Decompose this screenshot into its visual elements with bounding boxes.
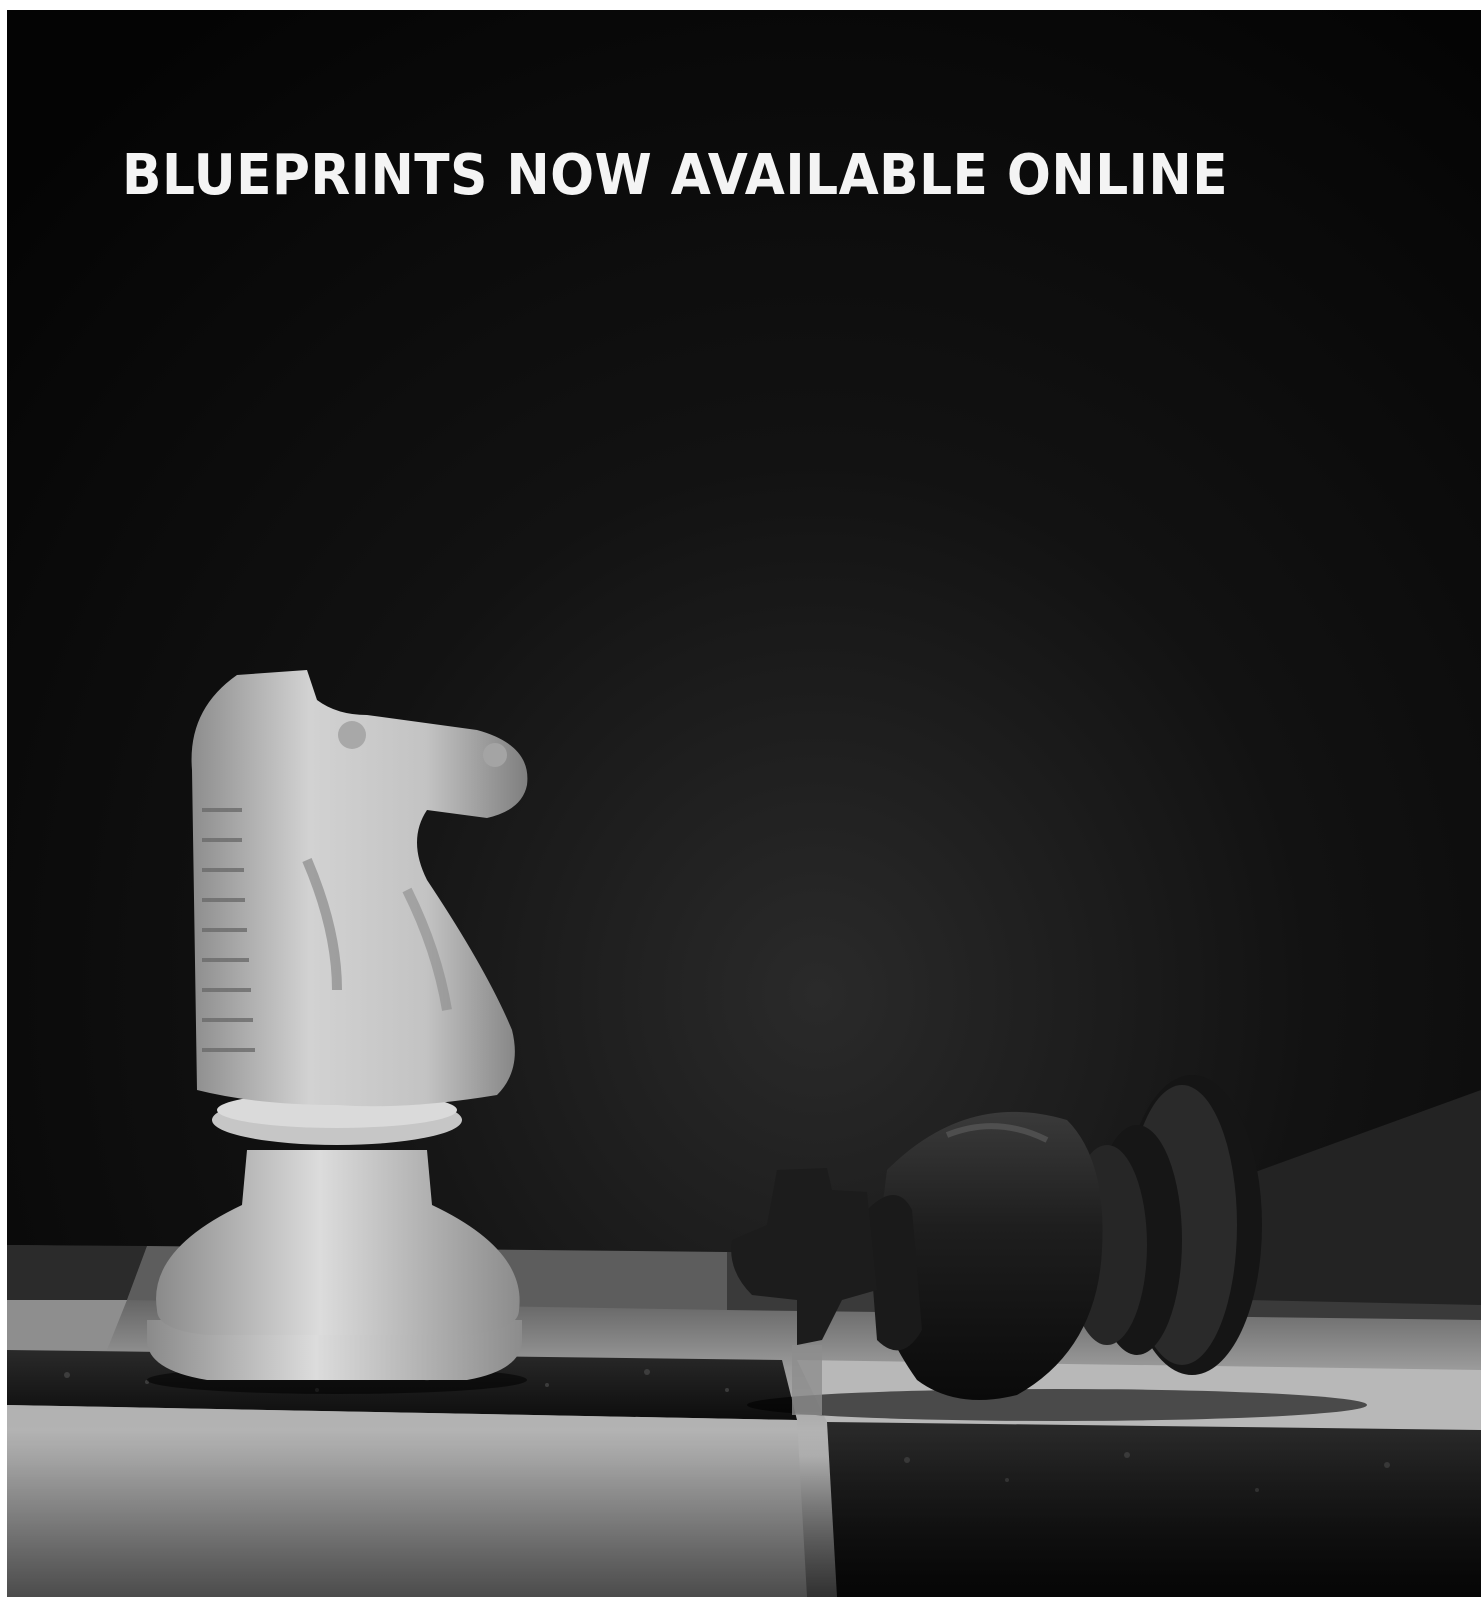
- poster: BLUEPRINTS NOW AVAILABLE ONLINE: [7, 10, 1481, 1597]
- chess-photo: [7, 10, 1481, 1597]
- white-knight: [147, 670, 528, 1394]
- headline: BLUEPRINTS NOW AVAILABLE ONLINE: [122, 143, 1229, 208]
